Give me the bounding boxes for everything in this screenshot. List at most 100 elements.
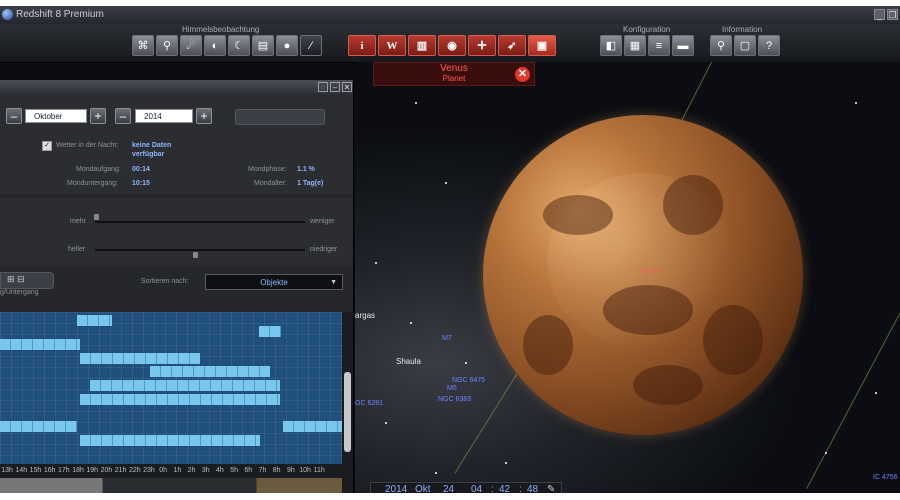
center-object-icon[interactable]: ✛ xyxy=(468,35,496,56)
panel-pin-icon[interactable]: ◌ xyxy=(318,82,328,92)
title-bar: Redshift 8 Premium _ ❐ xyxy=(0,6,900,24)
time-bar[interactable]: 2014 Okt 24 04 : 42 : 48 ✎ xyxy=(370,482,562,493)
grid-line xyxy=(806,312,900,490)
time-hour[interactable]: 04 xyxy=(471,483,482,493)
month-increment-button[interactable]: + xyxy=(90,108,106,124)
help-icon[interactable]: ? xyxy=(758,35,780,56)
edit-time-icon[interactable]: ✎ xyxy=(547,483,555,493)
slider2-right-label: niedriger xyxy=(310,246,338,253)
search-icon[interactable]: ⚲ xyxy=(710,35,732,56)
panel-close-icon[interactable]: ✕ xyxy=(342,82,352,92)
vargas-label[interactable]: argas xyxy=(355,311,375,320)
timeline-scrollbar[interactable] xyxy=(342,312,353,493)
ngc6475-label[interactable]: NGC 6475 xyxy=(452,377,485,384)
minimize-button[interactable]: _ xyxy=(874,9,885,20)
timeline-bar[interactable] xyxy=(80,353,200,364)
object-category: Planet xyxy=(442,74,466,83)
weather-value: keine Daten xyxy=(132,142,172,149)
display-options-icon[interactable]: ▬ xyxy=(672,35,694,56)
hour-axis: 13h 14h 15h 16h 17h 18h 19h 20h 21h 22h 23h 0h 1h 2h 3… xyxy=(0,464,342,478)
month-select[interactable]: Oktober xyxy=(25,109,87,123)
time-day[interactable]: 24 xyxy=(443,483,454,493)
timeline-bar[interactable] xyxy=(80,394,280,405)
sort-select[interactable]: Objekte ▼ xyxy=(205,274,343,290)
object-info-tab[interactable]: Venus Planet ✕ xyxy=(373,62,535,86)
year-field[interactable]: 2014 xyxy=(135,109,193,123)
sky-grid-icon[interactable]: ▦ xyxy=(624,35,646,56)
timeline-bar[interactable] xyxy=(283,421,342,432)
magnitude-slider-knob[interactable] xyxy=(94,214,99,220)
comet-icon[interactable]: ☄ xyxy=(180,35,202,56)
slider1-right-label: weniger xyxy=(310,218,335,225)
sort-value: Objekte xyxy=(260,278,288,287)
book-icon[interactable]: ▥ xyxy=(408,35,436,56)
grid-view-icon: ⊞ ⊟ xyxy=(7,274,25,284)
view-mode-button[interactable]: ⊞ ⊟ xyxy=(0,272,54,289)
timeline-bar[interactable] xyxy=(0,339,80,350)
date-and-moon-section: – Oktober + – 2014 + ✓ Wetter in der Nac… xyxy=(0,94,353,194)
slider1-left-label: mehr xyxy=(70,218,86,225)
ngc6281-label[interactable]: GC 6281 xyxy=(355,400,383,407)
observation-group-label: Himmelsbeobachtung xyxy=(182,25,260,34)
year-decrement-button[interactable]: – xyxy=(115,108,131,124)
m7-label[interactable]: M7 xyxy=(442,335,452,342)
venus-sky-label[interactable]: Venus xyxy=(640,268,659,275)
observation-buttons: ⌘ ⚲ ☄ ◐ ☾ ▤ ● ∕ xyxy=(132,35,322,57)
app-logo-icon xyxy=(2,9,13,20)
planet-orbit-icon[interactable]: ◐ xyxy=(204,35,226,56)
altitude-slider-knob[interactable] xyxy=(193,252,198,258)
venus-planet[interactable] xyxy=(483,115,803,435)
scrollbar-thumb[interactable] xyxy=(344,372,351,452)
telescope-goto-icon[interactable]: ➶ xyxy=(498,35,526,56)
telescope-icon[interactable]: ⚲ xyxy=(156,35,178,56)
magnitude-slider[interactable] xyxy=(95,221,305,223)
timeline-bar[interactable] xyxy=(77,315,112,326)
visibility-timeline[interactable]: 13h 14h 15h 16h 17h 18h 19h 20h 21h 22h 23h 0h 1h 2h 3… xyxy=(0,312,342,493)
moonset-label: Monduntergang: xyxy=(67,180,118,187)
manual-icon[interactable]: ▢ xyxy=(734,35,756,56)
time-minute[interactable]: 42 xyxy=(499,483,510,493)
weather-checkbox[interactable]: ✓ xyxy=(42,141,52,151)
measure-icon[interactable]: ∕ xyxy=(300,35,322,56)
timeline-bar[interactable] xyxy=(259,326,281,337)
timeline-bar[interactable] xyxy=(0,421,77,432)
panel-minimize-icon[interactable]: – xyxy=(330,82,340,92)
configuration-buttons: ◧ ▦ ≡ ▬ xyxy=(600,35,694,57)
fly-to-planet-icon[interactable]: ◉ xyxy=(438,35,466,56)
timeline-bar[interactable] xyxy=(90,380,280,391)
object-name: Venus xyxy=(440,63,468,74)
wikipedia-button[interactable]: W xyxy=(378,35,406,56)
altitude-slider[interactable] xyxy=(95,249,305,251)
weather-label: Wetter in der Nacht: xyxy=(56,142,119,149)
information-buttons: ⚲ ▢ ? xyxy=(710,35,780,57)
eclipse-icon[interactable]: ● xyxy=(276,35,298,56)
moon-icon[interactable]: ☾ xyxy=(228,35,250,56)
year-increment-button[interactable]: + xyxy=(196,108,212,124)
month-decrement-button[interactable]: – xyxy=(6,108,22,124)
moonrise-label: Mondaufgang: xyxy=(76,166,121,173)
filter-sliders-section: mehr weniger heller niedriger xyxy=(0,198,353,266)
ngc6383-label[interactable]: NGC 6383 xyxy=(438,396,471,403)
ic4756-label[interactable]: IC 4756 xyxy=(873,474,898,481)
object-window-icon[interactable]: ▣ xyxy=(528,35,556,56)
time-month[interactable]: Okt xyxy=(415,483,431,493)
shaula-label[interactable]: Shaula xyxy=(396,357,421,366)
time-second[interactable]: 48 xyxy=(527,483,538,493)
timeline-bar[interactable] xyxy=(80,435,260,446)
sky-view[interactable]: Venus argas Shaula M7 NGC 6475 M6 NGC 63… xyxy=(355,62,900,493)
time-year[interactable]: 2014 xyxy=(385,483,407,493)
view-settings-icon[interactable]: ◧ xyxy=(600,35,622,56)
configuration-group-label: Konfiguration xyxy=(623,25,671,34)
now-button[interactable] xyxy=(235,109,325,125)
m6-label[interactable]: M6 xyxy=(447,385,457,392)
restore-button[interactable]: ❐ xyxy=(887,9,898,20)
calendar-icon[interactable]: ▤ xyxy=(252,35,274,56)
binoculars-icon[interactable]: ⌘ xyxy=(132,35,154,56)
close-object-button[interactable]: ✕ xyxy=(515,67,530,82)
moonage-value: 1 Tag(e) xyxy=(297,180,324,187)
moonrise-value: 00:14 xyxy=(132,166,150,173)
info-button[interactable]: i xyxy=(348,35,376,56)
window-title: Redshift 8 Premium xyxy=(16,9,104,20)
timeline-bar[interactable] xyxy=(150,366,270,377)
settings-sliders-icon[interactable]: ≡ xyxy=(648,35,670,56)
